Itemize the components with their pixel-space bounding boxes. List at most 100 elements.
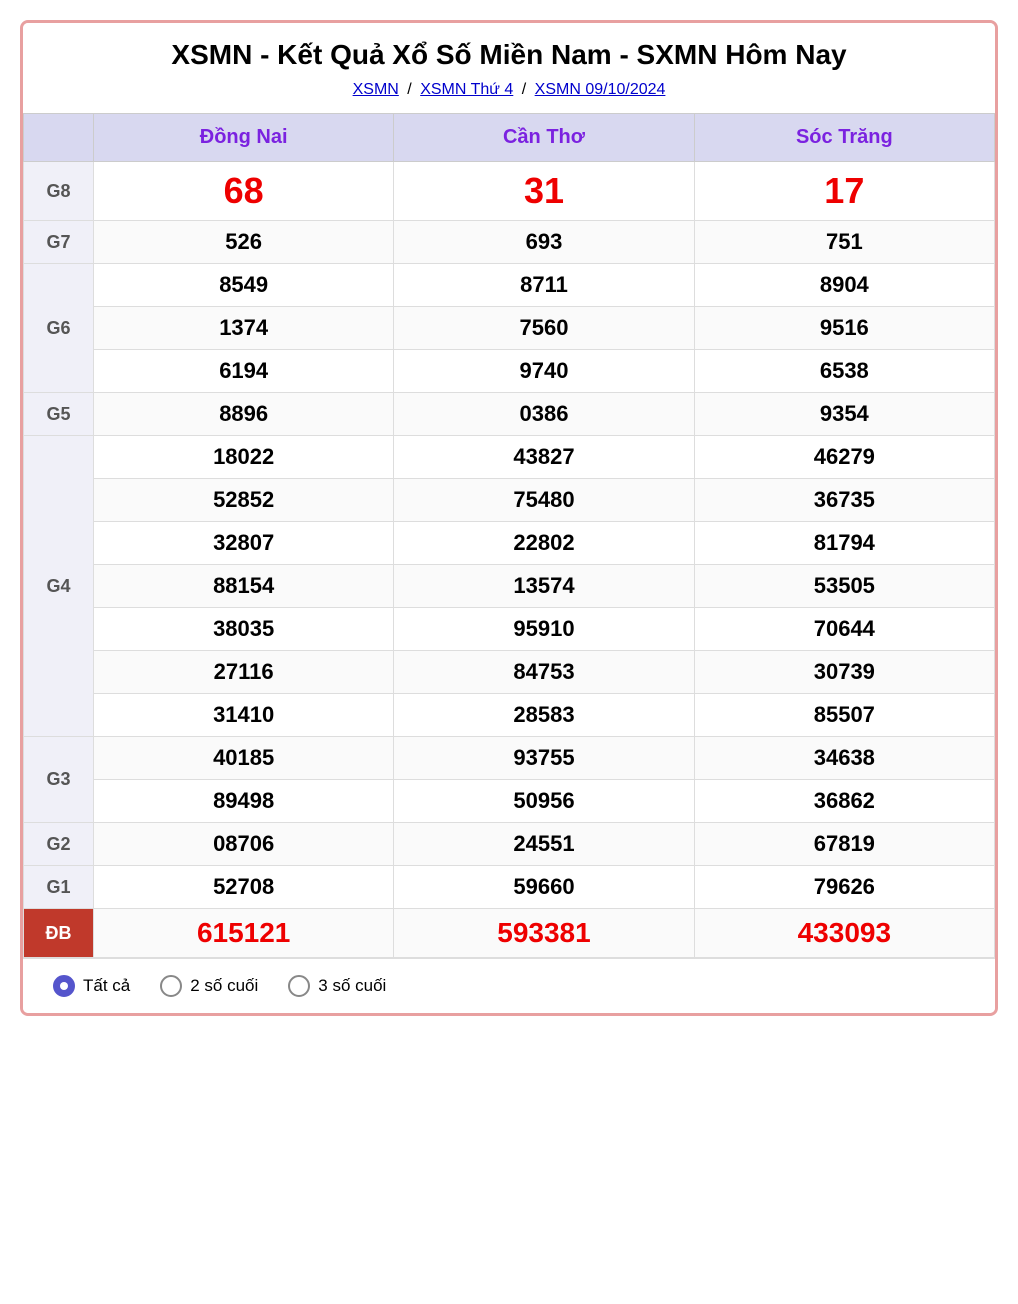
table-row-g4-5: 38035 95910 70644 <box>24 608 995 651</box>
g4-soc-trang-2: 36735 <box>694 479 994 522</box>
g4-dong-nai-7: 31410 <box>94 694 394 737</box>
row-label-g2: G2 <box>24 823 94 866</box>
g6-soc-trang-1: 8904 <box>694 264 994 307</box>
g6-dong-nai-2: 1374 <box>94 307 394 350</box>
filter-2-digits[interactable]: 2 số cuối <box>160 975 258 997</box>
table-row-g4-6: 27116 84753 30739 <box>24 651 995 694</box>
db-dong-nai: 615121 <box>94 909 394 958</box>
g4-dong-nai-5: 38035 <box>94 608 394 651</box>
filter-3-digits[interactable]: 3 số cuối <box>288 975 386 997</box>
filter-2-digits-label: 2 số cuối <box>190 976 258 996</box>
g6-soc-trang-2: 9516 <box>694 307 994 350</box>
g3-can-tho-2: 50956 <box>394 780 694 823</box>
breadcrumb-link-2[interactable]: XSMN Thứ 4 <box>420 81 513 98</box>
g1-soc-trang: 79626 <box>694 866 994 909</box>
g3-soc-trang-2: 36862 <box>694 780 994 823</box>
g1-can-tho: 59660 <box>394 866 694 909</box>
g4-soc-trang-7: 85507 <box>694 694 994 737</box>
g2-soc-trang: 67819 <box>694 823 994 866</box>
g6-can-tho-2: 7560 <box>394 307 694 350</box>
table-row-g3-2: 89498 50956 36862 <box>24 780 995 823</box>
row-label-g4: G4 <box>24 436 94 737</box>
table-row-g6-2: 1374 7560 9516 <box>24 307 995 350</box>
row-label-g5: G5 <box>24 393 94 436</box>
g4-soc-trang-4: 53505 <box>694 565 994 608</box>
table-row-g8: G8 68 31 17 <box>24 162 995 221</box>
db-soc-trang: 433093 <box>694 909 994 958</box>
row-label-db: ĐB <box>24 909 94 958</box>
filter-all-label: Tất cả <box>83 976 130 996</box>
table-row-g3-1: G3 40185 93755 34638 <box>24 737 995 780</box>
g8-can-tho: 31 <box>394 162 694 221</box>
col-header-soc-trang: Sóc Trăng <box>694 114 994 162</box>
g4-can-tho-4: 13574 <box>394 565 694 608</box>
g4-dong-nai-4: 88154 <box>94 565 394 608</box>
g4-can-tho-2: 75480 <box>394 479 694 522</box>
main-container: XSMN - Kết Quả Xổ Số Miền Nam - SXMN Hôm… <box>20 20 998 1016</box>
g6-can-tho-3: 9740 <box>394 350 694 393</box>
g4-dong-nai-3: 32807 <box>94 522 394 565</box>
row-label-g8: G8 <box>24 162 94 221</box>
g3-can-tho-1: 93755 <box>394 737 694 780</box>
db-can-tho: 593381 <box>394 909 694 958</box>
g5-dong-nai: 8896 <box>94 393 394 436</box>
g4-soc-trang-5: 70644 <box>694 608 994 651</box>
table-row-db: ĐB 615121 593381 433093 <box>24 909 995 958</box>
g2-can-tho: 24551 <box>394 823 694 866</box>
g4-soc-trang-1: 46279 <box>694 436 994 479</box>
g4-can-tho-5: 95910 <box>394 608 694 651</box>
g8-dong-nai: 68 <box>94 162 394 221</box>
table-row-g6-1: G6 8549 8711 8904 <box>24 264 995 307</box>
g2-dong-nai: 08706 <box>94 823 394 866</box>
filter-all[interactable]: Tất cả <box>53 975 130 997</box>
g5-soc-trang: 9354 <box>694 393 994 436</box>
breadcrumb-link-1[interactable]: XSMN <box>353 81 399 98</box>
g4-can-tho-3: 22802 <box>394 522 694 565</box>
g4-soc-trang-6: 30739 <box>694 651 994 694</box>
table-row-g4-7: 31410 28583 85507 <box>24 694 995 737</box>
g4-can-tho-6: 84753 <box>394 651 694 694</box>
table-row-g1: G1 52708 59660 79626 <box>24 866 995 909</box>
g4-dong-nai-2: 52852 <box>94 479 394 522</box>
g6-dong-nai-1: 8549 <box>94 264 394 307</box>
col-header-dong-nai: Đồng Nai <box>94 114 394 162</box>
g7-can-tho: 693 <box>394 221 694 264</box>
row-label-g7: G7 <box>24 221 94 264</box>
row-label-g1: G1 <box>24 866 94 909</box>
page-title: XSMN - Kết Quả Xổ Số Miền Nam - SXMN Hôm… <box>23 23 995 77</box>
g3-soc-trang-1: 34638 <box>694 737 994 780</box>
breadcrumb-link-3[interactable]: XSMN 09/10/2024 <box>535 81 666 98</box>
table-row-g4-1: G4 18022 43827 46279 <box>24 436 995 479</box>
breadcrumb: XSMN / XSMN Thứ 4 / XSMN 09/10/2024 <box>23 77 995 113</box>
g6-can-tho-1: 8711 <box>394 264 694 307</box>
g4-can-tho-1: 43827 <box>394 436 694 479</box>
table-row-g7: G7 526 693 751 <box>24 221 995 264</box>
row-label-g3: G3 <box>24 737 94 823</box>
table-row-g4-2: 52852 75480 36735 <box>24 479 995 522</box>
table-row-g6-3: 6194 9740 6538 <box>24 350 995 393</box>
filter-3-digits-label: 3 số cuối <box>318 976 386 996</box>
g4-can-tho-7: 28583 <box>394 694 694 737</box>
radio-3-digits <box>288 975 310 997</box>
table-row-g2: G2 08706 24551 67819 <box>24 823 995 866</box>
table-row-g4-3: 32807 22802 81794 <box>24 522 995 565</box>
filter-bar: Tất cả 2 số cuối 3 số cuối <box>23 958 995 1013</box>
g3-dong-nai-1: 40185 <box>94 737 394 780</box>
g7-soc-trang: 751 <box>694 221 994 264</box>
g4-dong-nai-1: 18022 <box>94 436 394 479</box>
radio-2-digits <box>160 975 182 997</box>
col-header-can-tho: Cần Thơ <box>394 114 694 162</box>
g6-soc-trang-3: 6538 <box>694 350 994 393</box>
radio-all <box>53 975 75 997</box>
table-row-g4-4: 88154 13574 53505 <box>24 565 995 608</box>
g8-soc-trang: 17 <box>694 162 994 221</box>
g3-dong-nai-2: 89498 <box>94 780 394 823</box>
g6-dong-nai-3: 6194 <box>94 350 394 393</box>
g7-dong-nai: 526 <box>94 221 394 264</box>
g4-soc-trang-3: 81794 <box>694 522 994 565</box>
row-label-g6: G6 <box>24 264 94 393</box>
results-table: Đồng Nai Cần Thơ Sóc Trăng G8 68 31 17 G… <box>23 113 995 958</box>
g1-dong-nai: 52708 <box>94 866 394 909</box>
g4-dong-nai-6: 27116 <box>94 651 394 694</box>
col-header-label <box>24 114 94 162</box>
